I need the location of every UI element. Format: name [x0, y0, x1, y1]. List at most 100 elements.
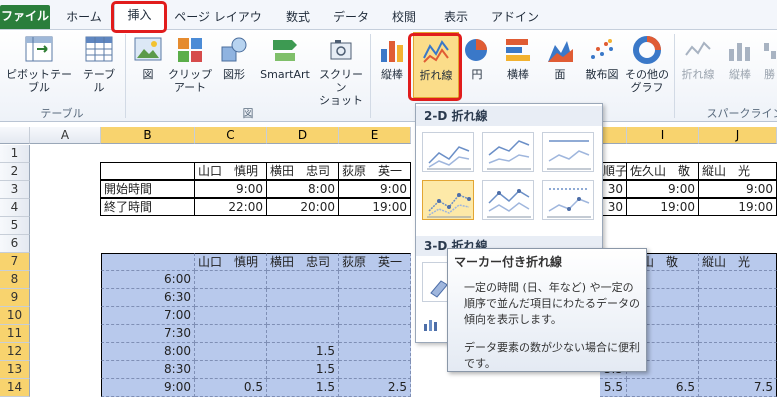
column-header-c[interactable]: C	[195, 127, 267, 144]
cell-e9[interactable]	[339, 289, 411, 307]
cell-d11[interactable]	[267, 325, 339, 343]
cell-e7[interactable]: 荻原 英一	[339, 253, 411, 271]
smartart-button[interactable]: SmartArt	[256, 32, 314, 81]
cell-c8[interactable]	[195, 271, 267, 289]
tab-page-layout[interactable]: ページ レイアウト	[172, 6, 264, 46]
cell-d7[interactable]: 横田 忠司	[267, 253, 339, 271]
cell-d13[interactable]: 1.5	[267, 361, 339, 379]
cell-b3[interactable]: 開始時間	[100, 180, 195, 198]
cell-h2[interactable]: 順子	[599, 162, 627, 180]
row-header[interactable]: 3	[0, 181, 30, 199]
column-header-i[interactable]: I	[627, 127, 699, 144]
cell-c4[interactable]: 22:00	[194, 198, 267, 216]
cell-c9[interactable]	[195, 289, 267, 307]
cell-d14[interactable]: 1.5	[267, 379, 339, 397]
cell-d9[interactable]	[267, 289, 339, 307]
cell-c2[interactable]: 山口 慎明	[194, 162, 267, 180]
cell-h4[interactable]: 30	[599, 198, 627, 216]
shapes-button[interactable]: 図形	[214, 32, 254, 81]
cell-e12[interactable]	[339, 343, 411, 361]
cell-e13[interactable]	[339, 361, 411, 379]
row-header[interactable]: 2	[0, 163, 30, 181]
cell-c12[interactable]	[195, 343, 267, 361]
picture-button[interactable]: 図	[130, 32, 166, 81]
cell-b4[interactable]: 終了時間	[100, 198, 195, 216]
row-header[interactable]: 6	[0, 235, 30, 253]
line-with-markers-option[interactable]	[422, 180, 474, 220]
cell-j10[interactable]	[699, 307, 777, 325]
cell-c14[interactable]: 0.5	[195, 379, 267, 397]
cell-b10[interactable]: 7:00	[101, 307, 195, 325]
cell-j13[interactable]	[699, 361, 777, 379]
sparkline-winloss-button[interactable]: 勝	[762, 32, 777, 81]
column-chart-button[interactable]: 縦棒	[374, 32, 410, 81]
tab-home[interactable]: ホーム	[58, 6, 110, 30]
table-button[interactable]: テーブル	[78, 32, 120, 94]
cell-i14[interactable]: 6.5	[627, 379, 699, 397]
cell-e2[interactable]: 荻原 英一	[338, 162, 411, 180]
cell-b9[interactable]: 6:30	[101, 289, 195, 307]
cell-d3[interactable]: 8:00	[266, 180, 339, 198]
stacked-line-with-markers-option[interactable]	[482, 180, 534, 220]
cell-b14[interactable]: 9:00	[101, 379, 195, 397]
cell-d8[interactable]	[267, 271, 339, 289]
cell-d4[interactable]: 20:00	[266, 198, 339, 216]
cell-j11[interactable]	[699, 325, 777, 343]
cell-c3[interactable]: 9:00	[194, 180, 267, 198]
cell-e11[interactable]	[339, 325, 411, 343]
tab-data[interactable]: データ	[326, 6, 376, 30]
cell-j3[interactable]: 9:00	[698, 180, 777, 198]
percent-stacked-line-markers-option[interactable]	[542, 180, 594, 220]
cell-e14[interactable]: 2.5	[339, 379, 411, 397]
column-header-e[interactable]: E	[339, 127, 411, 144]
cell-j7[interactable]: 縦山 光	[699, 253, 777, 271]
cell-j4[interactable]: 19:00	[698, 198, 777, 216]
column-header-b[interactable]: B	[101, 127, 195, 144]
cell-d12[interactable]: 1.5	[267, 343, 339, 361]
cell-j12[interactable]	[699, 343, 777, 361]
row-header[interactable]: 4	[0, 199, 30, 217]
tab-formulas[interactable]: 数式	[276, 6, 320, 30]
tab-file[interactable]: ファイル	[0, 5, 50, 29]
pivot-table-button[interactable]: ピボットテーブル	[2, 32, 76, 94]
sparkline-column-button[interactable]: 縦棒	[722, 32, 758, 81]
cell-c10[interactable]	[195, 307, 267, 325]
row-header[interactable]: 5	[0, 217, 30, 235]
scatter-chart-button[interactable]: 散布図	[582, 32, 622, 81]
cell-e3[interactable]: 9:00	[338, 180, 411, 198]
cell-d10[interactable]	[267, 307, 339, 325]
cell-j9[interactable]	[699, 289, 777, 307]
cell-c11[interactable]	[195, 325, 267, 343]
cell-d2[interactable]: 横田 忠司	[266, 162, 339, 180]
cell-b13[interactable]: 8:30	[101, 361, 195, 379]
cell-b12[interactable]: 8:00	[101, 343, 195, 361]
row-header[interactable]: 14	[0, 379, 30, 397]
row-header[interactable]: 9	[0, 289, 30, 307]
row-header[interactable]: 13	[0, 361, 30, 379]
tab-addins[interactable]: アドイン	[486, 6, 544, 30]
cell-j14[interactable]: 7.5	[699, 379, 777, 397]
cell-b11[interactable]: 7:30	[101, 325, 195, 343]
cell-b2[interactable]	[100, 162, 195, 180]
screenshot-button[interactable]: スクリーン ショット	[316, 32, 366, 107]
row-header[interactable]: 10	[0, 307, 30, 325]
pie-chart-button[interactable]: 円	[462, 32, 492, 81]
cell-c13[interactable]	[195, 361, 267, 379]
cell-c7[interactable]: 山口 慎明	[195, 253, 267, 271]
cell-b8[interactable]: 6:00	[101, 271, 195, 289]
row-header[interactable]: 11	[0, 325, 30, 343]
cell-j2[interactable]: 縦山 光	[698, 162, 777, 180]
worksheet-grid[interactable]: A B C D E I J 1 2 3 4 5 6 7 8 9 10 11 12…	[0, 122, 777, 403]
cell-e8[interactable]	[339, 271, 411, 289]
cell-e4[interactable]: 19:00	[338, 198, 411, 216]
row-header[interactable]: 8	[0, 271, 30, 289]
cell-i2[interactable]: 佐久山 敬	[626, 162, 699, 180]
other-charts-button[interactable]: その他の グラフ	[624, 32, 670, 94]
column-header-d[interactable]: D	[267, 127, 339, 144]
row-header[interactable]: 12	[0, 343, 30, 361]
sparkline-line-button[interactable]: 折れ線	[678, 32, 718, 81]
area-chart-button[interactable]: 面	[542, 32, 578, 81]
cell-i3[interactable]: 9:00	[626, 180, 699, 198]
tab-view[interactable]: 表示	[434, 6, 478, 30]
bar-chart-button[interactable]: 横棒	[498, 32, 538, 81]
